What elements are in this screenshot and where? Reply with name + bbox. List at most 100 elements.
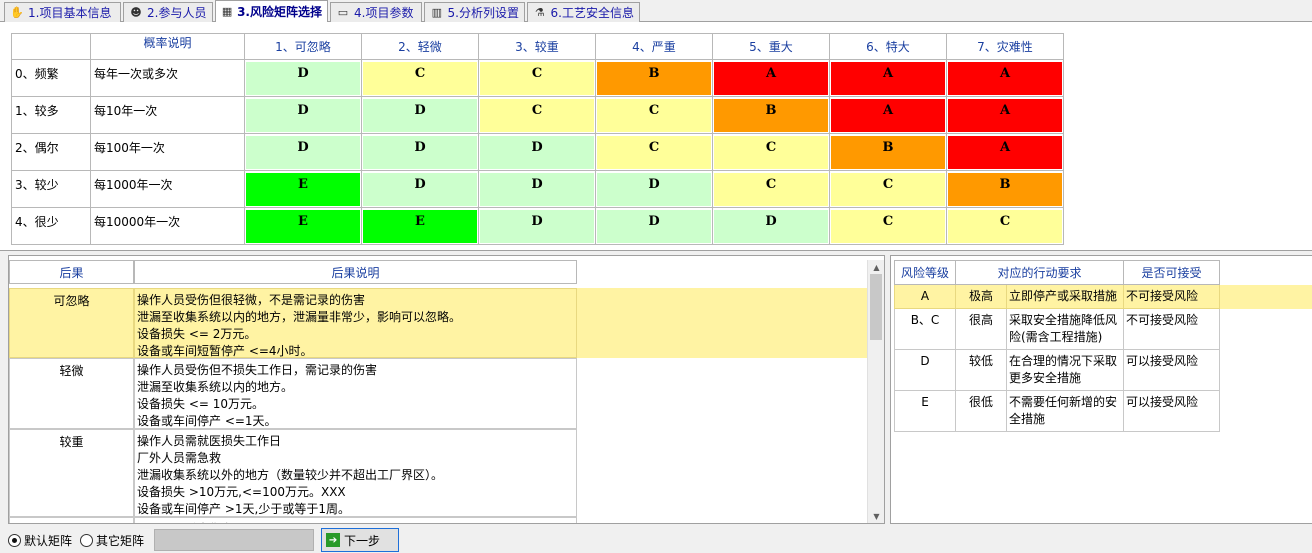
matrix-cell[interactable]: C bbox=[829, 207, 947, 245]
matrix-cell[interactable]: D bbox=[244, 59, 362, 97]
matrix-cell[interactable]: C bbox=[712, 133, 830, 171]
matrix-cell[interactable]: E bbox=[244, 170, 362, 208]
matrix-cell[interactable]: D bbox=[361, 170, 479, 208]
matrix-header-row: 概率说明 1、可忽略 2、轻微 3、较重 4、严重 5、重大 6、特大 7、灾难… bbox=[11, 33, 1064, 60]
matrix-cell[interactable]: D bbox=[712, 207, 830, 245]
consequence-desc-header[interactable]: 后果说明 bbox=[134, 260, 577, 284]
scroll-up-icon[interactable]: ▲ bbox=[868, 260, 884, 274]
matrix-cell[interactable]: C bbox=[361, 59, 479, 97]
probability-desc[interactable]: 每10000年一次 bbox=[90, 207, 245, 245]
probability-desc[interactable]: 每年一次或多次 bbox=[90, 59, 245, 97]
tab-6[interactable]: ⚗ 6.工艺安全信息 bbox=[527, 2, 640, 22]
severity-header[interactable]: 1、可忽略 bbox=[244, 33, 362, 60]
consequence-row[interactable]: 可忽略 操作人员受伤但很轻微，不是需记录的伤害 泄漏至收集系统以内的地方，泄漏量非常… bbox=[9, 288, 867, 358]
matrix-cell[interactable]: C bbox=[478, 96, 596, 134]
matrix-cell[interactable]: D bbox=[244, 96, 362, 134]
matrix-cell[interactable]: A bbox=[829, 96, 947, 134]
probability-desc[interactable]: 每1000年一次 bbox=[90, 170, 245, 208]
consequence-header-row: 后果 后果说明 bbox=[9, 260, 577, 284]
probability-desc[interactable]: 每100年一次 bbox=[90, 133, 245, 171]
risk-level: E bbox=[894, 390, 956, 432]
radio-dot[interactable] bbox=[80, 533, 94, 547]
tab-1[interactable]: ✋ 1.项目基本信息 bbox=[4, 2, 121, 22]
matrix-cell[interactable]: A bbox=[712, 59, 830, 97]
severity-header[interactable]: 2、轻微 bbox=[361, 33, 479, 60]
risk-grade: B bbox=[948, 172, 1062, 206]
risk-grade: D bbox=[246, 135, 360, 169]
consequence-name: 可忽略 bbox=[9, 288, 134, 358]
matrix-cell[interactable]: A bbox=[946, 133, 1064, 171]
matrix-cell[interactable]: D bbox=[478, 207, 596, 245]
radio-label: 其它矩阵 bbox=[96, 533, 145, 548]
consequence-row[interactable]: 严重工厂员工重大伤害 bbox=[9, 517, 577, 523]
matrix-cell[interactable]: C bbox=[595, 96, 713, 134]
matrix-cell[interactable]: D bbox=[361, 133, 479, 171]
probability-label[interactable]: 2、偶尔 bbox=[11, 133, 91, 171]
matrix-cell[interactable]: D bbox=[595, 170, 713, 208]
consequence-desc-line: 操作人员需就医损失工作日 bbox=[137, 434, 282, 448]
risk-row[interactable]: B、C 很高 采取安全措施降低风险(需含工程措施) 不可接受风险 bbox=[894, 308, 1220, 350]
scroll-thumb[interactable] bbox=[870, 274, 882, 340]
matrix-cell[interactable]: A bbox=[946, 96, 1064, 134]
matrix-cell[interactable]: A bbox=[946, 59, 1064, 97]
risk-matrix-panel: 概率说明 1、可忽略 2、轻微 3、较重 4、严重 5、重大 6、特大 7、灾难… bbox=[0, 22, 1312, 251]
tab-2[interactable]: ☻ 2.参与人员 bbox=[123, 2, 213, 22]
matrix-row: 0、频繁 每年一次或多次 D C C B A A A bbox=[11, 59, 1064, 97]
matrix-cell[interactable]: C bbox=[946, 207, 1064, 245]
matrix-cell[interactable]: C bbox=[829, 170, 947, 208]
risk-matrix-table: 概率说明 1、可忽略 2、轻微 3、较重 4、严重 5、重大 6、特大 7、灾难… bbox=[11, 33, 1064, 245]
matrix-cell[interactable]: C bbox=[478, 59, 596, 97]
other-matrix-radio[interactable]: 其它矩阵 bbox=[80, 532, 144, 549]
radio-dot[interactable] bbox=[8, 533, 21, 547]
matrix-cell[interactable]: B bbox=[712, 96, 830, 134]
matrix-cell[interactable]: D bbox=[361, 96, 479, 134]
risk-grade: D bbox=[480, 135, 594, 169]
matrix-cell[interactable]: C bbox=[712, 170, 830, 208]
matrix-cell[interactable]: C bbox=[595, 133, 713, 171]
risk-row[interactable]: D 较低 在合理的情况下采取更多安全措施 可以接受风险 bbox=[894, 349, 1220, 391]
severity-header[interactable]: 5、重大 bbox=[712, 33, 830, 60]
probability-label[interactable]: 0、频繁 bbox=[11, 59, 91, 97]
consequence-row[interactable]: 轻微 操作人员受伤但不损失工作日，需记录的伤害 泄漏至收集系统以内的地方。 设备损失 … bbox=[9, 358, 577, 429]
matrix-cell[interactable]: E bbox=[244, 207, 362, 245]
people-icon: ☻ bbox=[130, 6, 142, 19]
severity-header[interactable]: 3、较重 bbox=[478, 33, 596, 60]
tab-4[interactable]: ▭ 4.项目参数 bbox=[330, 2, 422, 22]
matrix-cell[interactable]: D bbox=[478, 170, 596, 208]
matrix-cell[interactable]: B bbox=[595, 59, 713, 97]
consequence-row[interactable]: 较重 操作人员需就医损失工作日 厂外人员需急救 泄漏收集系统以外的地方（数量较少并不超… bbox=[9, 429, 577, 517]
consequence-desc-line: 操作人员受伤但不损失工作日，需记录的伤害 bbox=[137, 363, 378, 377]
consequence-header[interactable]: 后果 bbox=[9, 260, 134, 284]
matrix-cell[interactable]: D bbox=[478, 133, 596, 171]
severity-header[interactable]: 7、灾难性 bbox=[946, 33, 1064, 60]
severity-header[interactable]: 4、严重 bbox=[595, 33, 713, 60]
risk-level: A bbox=[894, 284, 956, 309]
tab-5[interactable]: ▥ 5.分析列设置 bbox=[424, 2, 525, 22]
risk-row[interactable]: A 极高 立即停产或采取措施 不可接受风险 bbox=[894, 284, 1220, 309]
matrix-cell[interactable]: B bbox=[946, 170, 1064, 208]
matrix-cell[interactable]: A bbox=[829, 59, 947, 97]
tab-3[interactable]: ▦ 3.风险矩阵选择 bbox=[215, 0, 328, 22]
consequence-name: 严重 bbox=[9, 517, 134, 523]
probability-label[interactable]: 4、很少 bbox=[11, 207, 91, 245]
probability-label[interactable]: 1、较多 bbox=[11, 96, 91, 134]
risk-acceptability: 可以接受风险 bbox=[1123, 349, 1220, 391]
matrix-cell[interactable]: E bbox=[361, 207, 479, 245]
risk-row[interactable]: E 很低 不需要任何新增的安全措施 可以接受风险 bbox=[894, 390, 1220, 432]
matrix-cell[interactable]: B bbox=[829, 133, 947, 171]
next-step-button[interactable]: ➔ 下一步 bbox=[321, 528, 400, 552]
consequence-desc-line: 泄漏收集系统以外的地方（数量较少并不超出工厂界区）。 bbox=[137, 468, 444, 482]
severity-header[interactable]: 6、特大 bbox=[829, 33, 947, 60]
scroll-down-icon[interactable]: ▼ bbox=[868, 509, 884, 523]
radio-label: 默认矩阵 bbox=[24, 533, 73, 548]
action-header[interactable]: 对应的行动要求 bbox=[955, 260, 1124, 285]
risk-level-header[interactable]: 风险等级 bbox=[894, 260, 956, 285]
default-matrix-radio[interactable]: 默认矩阵 bbox=[8, 532, 72, 549]
probability-desc[interactable]: 每10年一次 bbox=[90, 96, 245, 134]
matrix-name-field[interactable] bbox=[154, 529, 315, 551]
acceptable-header[interactable]: 是否可接受 bbox=[1123, 260, 1220, 285]
probability-label[interactable]: 3、较少 bbox=[11, 170, 91, 208]
consequence-scrollbar[interactable]: ▲ ▼ bbox=[867, 260, 884, 523]
matrix-cell[interactable]: D bbox=[595, 207, 713, 245]
matrix-cell[interactable]: D bbox=[244, 133, 362, 171]
